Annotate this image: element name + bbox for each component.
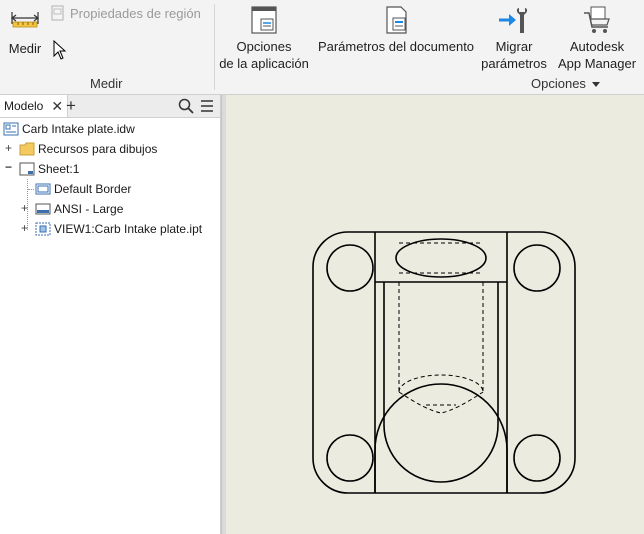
tree-item-label: Recursos para dibujos bbox=[38, 142, 158, 156]
drawing-canvas[interactable] bbox=[226, 95, 644, 534]
mouse-cursor-icon bbox=[53, 40, 67, 60]
tree-item-drawing-resources[interactable]: Recursos para dibujos bbox=[19, 139, 157, 159]
wrench-arrow-icon bbox=[499, 8, 528, 33]
panel-separator bbox=[214, 4, 215, 90]
shopping-cart-icon bbox=[584, 6, 610, 33]
plate-outline bbox=[312, 231, 576, 494]
measure-label: Medir bbox=[8, 41, 42, 56]
title-block-icon bbox=[35, 203, 51, 215]
ruler-icon bbox=[11, 12, 39, 28]
options-panel-title[interactable]: Opciones bbox=[531, 76, 600, 91]
sheet-icon bbox=[19, 162, 35, 176]
measure-button[interactable]: Medir bbox=[4, 6, 46, 57]
tab-model[interactable]: Modelo ✕ bbox=[0, 95, 69, 117]
tree-item-label: VIEW1:Carb Intake plate.ipt bbox=[54, 222, 203, 236]
region-properties-label: Propiedades de región bbox=[70, 5, 201, 21]
tab-model-label: Modelo bbox=[4, 99, 44, 113]
collapse-icon[interactable]: − bbox=[5, 160, 12, 174]
expand-icon[interactable]: + bbox=[5, 141, 12, 155]
measure-panel-title[interactable]: Medir bbox=[90, 76, 123, 91]
hidden-lines bbox=[398, 242, 484, 414]
ribbon: Medir Propiedades de región Medir Opcion… bbox=[0, 0, 644, 95]
close-icon[interactable]: ✕ bbox=[51, 98, 63, 115]
model-browser: Modelo ✕ + Carb Intake plate.idw + Recur… bbox=[0, 95, 221, 534]
add-tab-icon[interactable]: + bbox=[66, 96, 76, 116]
app-manager-button[interactable]: Autodesk App Manager bbox=[552, 5, 642, 72]
search-icon[interactable] bbox=[178, 98, 194, 114]
tree-item-label: Carb Intake plate.idw bbox=[22, 122, 135, 136]
migrate-line2: parámetros bbox=[481, 56, 547, 71]
border-icon bbox=[35, 183, 51, 195]
options-panel-label: Opciones bbox=[531, 76, 586, 91]
tree-item-label: Sheet:1 bbox=[38, 162, 80, 176]
tree-item-sheet[interactable]: Sheet:1 bbox=[19, 159, 79, 179]
app-manager-line2: App Manager bbox=[557, 56, 637, 71]
tree-connector bbox=[28, 189, 34, 190]
browser-tab-bar: Modelo ✕ + bbox=[0, 95, 220, 118]
tree-item-border[interactable]: Default Border bbox=[35, 179, 131, 199]
application-options-line1: Opciones bbox=[236, 39, 292, 54]
corner-holes bbox=[326, 244, 561, 482]
document-settings-label: Parámetros del documento bbox=[317, 39, 475, 54]
document-settings-icon bbox=[386, 6, 407, 34]
carb-intake-plate-drawing-view[interactable] bbox=[226, 95, 644, 534]
menu-icon[interactable] bbox=[200, 99, 214, 113]
drawing-view-icon bbox=[35, 222, 51, 236]
migrate-line1: Migrar bbox=[495, 39, 533, 54]
region-properties-button[interactable]: Propiedades de región bbox=[50, 5, 201, 21]
expand-icon[interactable]: + bbox=[21, 201, 28, 215]
caret-down-icon bbox=[591, 82, 600, 88]
app-manager-line1: Autodesk bbox=[569, 39, 625, 54]
application-options-button[interactable]: Opciones de la aplicación bbox=[216, 5, 312, 72]
application-options-line2: de la aplicación bbox=[219, 56, 309, 71]
folder-icon bbox=[19, 142, 35, 156]
tree-item-title-block[interactable]: ANSI - Large bbox=[35, 199, 123, 219]
tree-item-label: Default Border bbox=[54, 182, 132, 196]
expand-icon[interactable]: + bbox=[21, 221, 28, 235]
tree-item-view[interactable]: VIEW1:Carb Intake plate.ipt bbox=[35, 219, 202, 239]
application-options-icon bbox=[251, 6, 277, 34]
drawing-file-icon bbox=[3, 122, 19, 136]
tree-item-label: ANSI - Large bbox=[54, 202, 124, 216]
tree-item-drawing[interactable]: Carb Intake plate.idw bbox=[3, 119, 135, 139]
migrate-parameters-button[interactable]: Migrar parámetros bbox=[478, 5, 550, 72]
region-properties-icon bbox=[51, 5, 64, 21]
document-settings-button[interactable]: Parámetros del documento bbox=[314, 5, 478, 55]
